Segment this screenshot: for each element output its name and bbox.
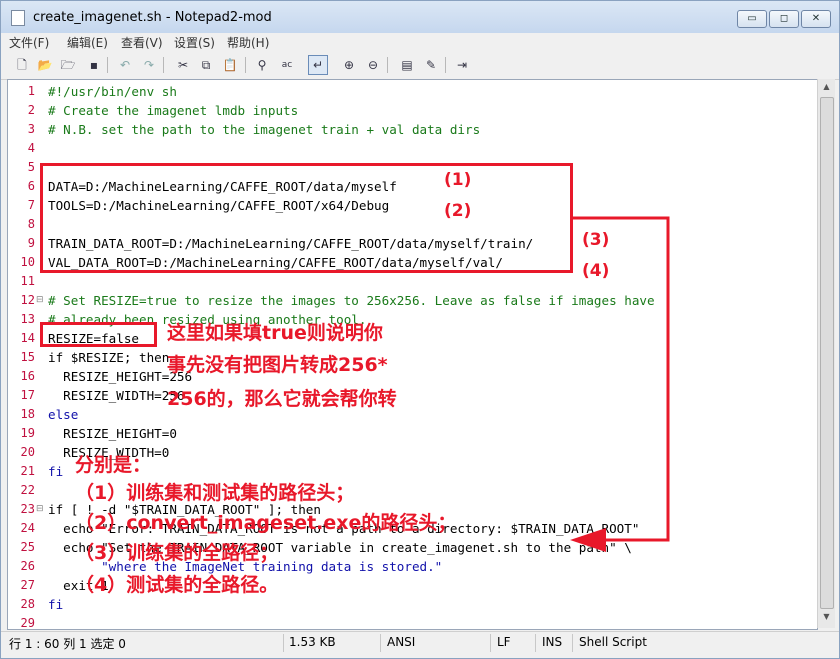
arrow-head: [570, 528, 606, 552]
resize-note-line-3: 256的，那么它就会帮你转: [167, 388, 397, 410]
list-item-1: （1）训练集和测试集的路径头；: [75, 482, 355, 504]
list-item-4: （4）测试集的全路径。: [75, 574, 279, 596]
list-title: 分别是：: [75, 454, 152, 476]
list-item-2: （2）convert_imageset.exe的路径头；: [75, 512, 457, 534]
label-4: (4): [582, 261, 610, 281]
label-2: (2): [444, 201, 472, 221]
label-1: (1): [444, 170, 472, 190]
resize-note-line-2: 事先没有把图片转成256*: [167, 354, 388, 376]
resize-note-line-1: 这里如果填true则说明你: [167, 322, 383, 344]
list-item-3: （3）训练集的全路径；: [75, 542, 279, 564]
label-3: (3): [582, 230, 610, 250]
